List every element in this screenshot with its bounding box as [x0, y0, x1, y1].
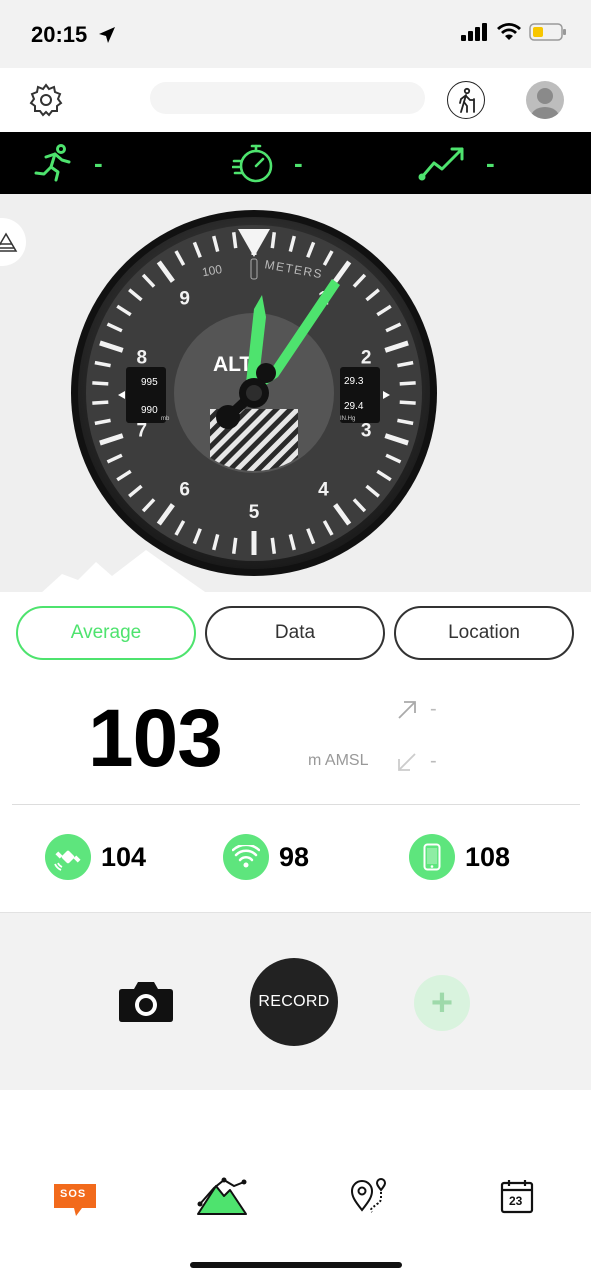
dial-number: 2 [361, 348, 372, 369]
runner-icon [34, 144, 71, 182]
source-phone-value: 108 [465, 841, 511, 872]
source-satellite-value: 104 [101, 841, 147, 872]
home-indicator [190, 1262, 402, 1268]
user-avatar[interactable] [526, 81, 564, 119]
hiker-icon [459, 87, 475, 113]
arrow-up-right-icon [398, 700, 416, 719]
readout-divider [12, 804, 580, 805]
speed-value: - [94, 147, 103, 178]
phone-icon [423, 843, 441, 871]
settings-gear-icon[interactable] [28, 82, 64, 118]
pressure-inhg-top: 29.3 [344, 376, 364, 387]
dial-number: 5 [249, 502, 260, 523]
elevation-gain-stat: - [418, 140, 495, 186]
dial-tick [270, 232, 277, 249]
top-bar [0, 68, 591, 132]
ascent-value: - [430, 698, 437, 720]
trend-up-icon [418, 147, 464, 181]
cellular-signal-icon [461, 23, 487, 41]
dial-tick [92, 400, 109, 405]
status-icons [461, 22, 567, 42]
dial-number: 9 [179, 289, 190, 310]
dial-number: 8 [136, 348, 147, 369]
wifi-icon [232, 845, 260, 868]
source-phone: 108 [409, 834, 510, 880]
nav-altimeter[interactable] [194, 1174, 250, 1218]
add-button[interactable]: + [414, 975, 470, 1031]
mountain-chart-icon [197, 1177, 247, 1215]
tab-average[interactable]: Average [16, 606, 196, 660]
location-arrow-icon [99, 27, 115, 43]
source-wifi-value: 98 [279, 841, 310, 872]
dial-tick [399, 381, 416, 386]
gauge-area: 123456789 ALT 100 METERS 995 990 mb 29.3… [0, 194, 591, 592]
dial-number: 6 [179, 479, 190, 500]
tab-location[interactable]: Location [394, 606, 574, 660]
descent-stat: - [396, 750, 437, 773]
stopwatch-icon [232, 144, 273, 183]
satellite-icon [54, 850, 81, 871]
sos-label: SOS [60, 1188, 87, 1200]
dial-number: 7 [136, 420, 147, 441]
tab-data[interactable]: Data [205, 606, 385, 660]
pressure-inhg-unit: IN.Hg [340, 416, 355, 422]
duration-stat: - [232, 140, 303, 186]
nav-route[interactable] [350, 1178, 390, 1214]
battery-icon [529, 23, 566, 41]
source-wifi: 98 [223, 834, 309, 880]
bottom-nav: SOS 23 [0, 1090, 591, 1280]
dial-tick [231, 232, 238, 249]
side-panel-toggle[interactable] [0, 218, 26, 266]
dial-number: 3 [361, 420, 372, 441]
activity-mode-button[interactable] [447, 81, 485, 119]
calendar-day: 23 [509, 1194, 523, 1208]
action-row: RECORD + [0, 912, 591, 1090]
duration-value: - [294, 147, 303, 178]
speed-stat: - [34, 140, 103, 186]
dial-number: 4 [318, 479, 329, 500]
nav-calendar[interactable]: 23 [500, 1178, 534, 1214]
pressure-mb-top: 995 [141, 377, 158, 388]
route-pin-icon [350, 1178, 387, 1213]
altitude-value: 103 [88, 693, 223, 784]
nav-sos[interactable]: SOS [52, 1182, 98, 1218]
stats-strip: - - - [0, 132, 591, 194]
elevation-gain-value: - [486, 147, 495, 178]
record-button[interactable]: RECORD [250, 958, 338, 1046]
dial-tick [270, 537, 277, 554]
pressure-mb-bottom: 990 [141, 405, 158, 416]
descent-value: - [430, 750, 437, 772]
altimeter-gauge: 123456789 ALT 100 METERS 995 990 mb 29.3… [71, 210, 437, 576]
pressure-inhg-bottom: 29.4 [344, 401, 364, 412]
blurred-title [150, 82, 425, 114]
readout-panel: Average Data Location 103 m AMSL - - 104… [0, 592, 591, 912]
dial-tick [399, 400, 416, 405]
status-bar: 20:15 [0, 0, 591, 68]
arrow-down-left-icon [398, 752, 416, 771]
dial-tick [231, 537, 238, 554]
avatar-icon [531, 88, 559, 119]
source-satellite: 104 [45, 834, 146, 880]
pressure-mb-unit: mb [161, 416, 170, 422]
altitude-unit: m AMSL [308, 752, 369, 769]
camera-icon[interactable] [118, 979, 174, 1023]
gauge-center-label: ALT [213, 353, 252, 376]
hub-inner [246, 385, 262, 401]
dial-tick [92, 381, 109, 386]
ascent-stat: - [396, 698, 437, 721]
wifi-status-icon [497, 23, 521, 40]
status-time: 20:15 [31, 22, 88, 47]
mountain-outline-icon [0, 232, 18, 252]
